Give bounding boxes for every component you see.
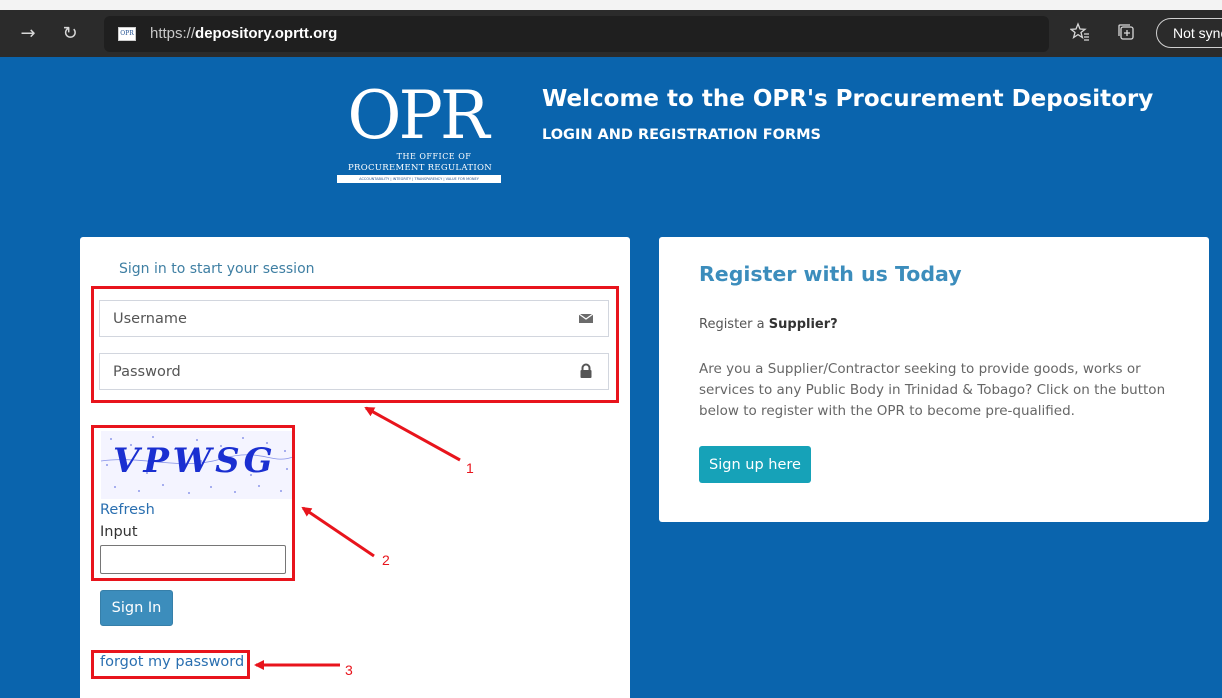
- url-text[interactable]: https://depository.oprtt.org: [150, 16, 337, 52]
- logo-line1: THE OFFICE OF: [396, 152, 472, 161]
- annotation-box-3: [91, 650, 250, 679]
- register-description: Are you a Supplier/Contractor seeking to…: [699, 361, 1166, 419]
- collections-icon[interactable]: [1114, 22, 1138, 46]
- logo-line2: PROCUREMENT REGULATION: [348, 163, 492, 173]
- page-title: Welcome to the OPR's Procurement Deposit…: [542, 86, 1154, 112]
- browser-chrome: → ↻ OPR https://depository.oprtt.org Not…: [0, 0, 1222, 57]
- annotation-label-1: 1: [466, 460, 474, 476]
- register-supplier-line: Register a Supplier?: [699, 317, 838, 332]
- url-prefix: https://: [150, 25, 196, 42]
- sign-in-button[interactable]: Sign In: [100, 590, 173, 626]
- address-bar[interactable]: OPR https://depository.oprtt.org: [104, 16, 1049, 52]
- register-title: Register with us Today: [699, 262, 962, 286]
- page-subtitle: LOGIN AND REGISTRATION FORMS: [542, 127, 821, 143]
- sign-up-button[interactable]: Sign up here: [699, 446, 811, 483]
- annotation-label-2: 2: [382, 552, 390, 568]
- logo-letters: OPR: [347, 77, 489, 154]
- site-favicon-icon: OPR: [118, 27, 136, 41]
- annotation-label-3: 3: [345, 662, 353, 678]
- url-domain: depository.oprtt.org: [195, 25, 338, 42]
- browser-toolbar: → ↻ OPR https://depository.oprtt.org Not…: [0, 10, 1222, 57]
- annotation-box-2: [91, 425, 295, 581]
- opr-logo: OPR THE OFFICE OF PROCUREMENT REGULATION…: [333, 77, 501, 188]
- annotation-box-1: [91, 286, 619, 403]
- logo-tagline: ACCOUNTABILITY | INTEGRITY | TRANSPARENC…: [337, 175, 501, 183]
- favorites-icon[interactable]: [1068, 22, 1092, 46]
- refresh-icon[interactable]: ↻: [58, 22, 82, 46]
- supplier-prefix: Register a: [699, 317, 769, 332]
- session-message: Sign in to start your session: [119, 261, 315, 277]
- supplier-bold: Supplier?: [768, 317, 838, 332]
- register-card: Register with us Today Register a Suppli…: [659, 237, 1209, 522]
- forward-icon[interactable]: →: [16, 22, 40, 46]
- sync-status-button[interactable]: Not sync: [1156, 18, 1222, 48]
